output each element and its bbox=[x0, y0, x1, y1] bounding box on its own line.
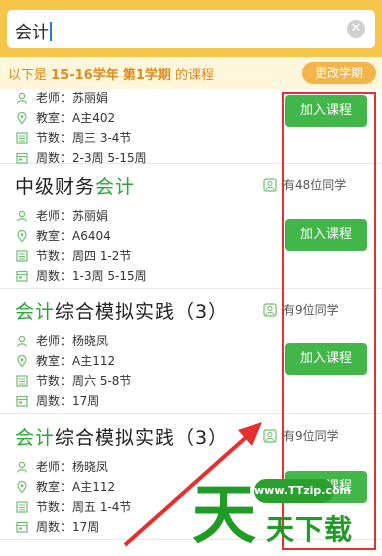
classmates-count[interactable]: 有9位同学 bbox=[263, 301, 339, 318]
watermark-url: www.TTzip.com bbox=[254, 479, 351, 503]
watermark-logo: 天 bbox=[192, 479, 256, 553]
calendar-icon bbox=[16, 395, 28, 407]
classmates-count[interactable]: 有48位同学 bbox=[263, 176, 346, 193]
calendar-icon bbox=[16, 152, 28, 164]
person-icon bbox=[16, 335, 28, 347]
period-row: 节数：周六 5-8节 bbox=[16, 372, 131, 389]
top-bar: 会计 ✕ bbox=[0, 0, 382, 57]
person-icon bbox=[16, 92, 28, 104]
watermark: 天 www.TTzip.com 天下载 bbox=[188, 462, 378, 553]
period-row: 节数：周三 3-4节 bbox=[16, 129, 131, 146]
search-box[interactable]: 会计 ✕ bbox=[7, 10, 375, 48]
location-pin-icon bbox=[16, 355, 28, 367]
period-row: 节数：周五 1-4节 bbox=[16, 498, 131, 515]
list-icon bbox=[16, 501, 28, 513]
person-icon bbox=[16, 210, 28, 222]
weeks-row: 周数：17周 bbox=[16, 518, 99, 535]
semester-year: 15-16学年 bbox=[51, 68, 119, 83]
teacher-row: 老师：苏丽娟 bbox=[16, 207, 108, 224]
teacher-row: 老师：杨晓凤 bbox=[16, 458, 108, 475]
course-title: 会计综合模拟实践（3） bbox=[15, 427, 229, 449]
semester-bar: 以下是 15-16学年 第1学期 的课程 更改学期 bbox=[0, 57, 382, 89]
calendar-icon bbox=[16, 521, 28, 533]
join-course-button[interactable]: 加入课程 bbox=[285, 219, 367, 251]
room-row: 教室：A6404 bbox=[16, 227, 111, 244]
calendar-icon bbox=[16, 270, 28, 282]
teacher-row: 老师：杨晓凤 bbox=[16, 332, 108, 349]
room-row: 教室：A主112 bbox=[16, 352, 115, 369]
search-input[interactable]: 会计 bbox=[15, 18, 52, 43]
weeks-row: 周数：17周 bbox=[16, 392, 99, 409]
course-card[interactable]: 中级财务会计 有48位同学 老师：苏丽娟 教室：A6404 节数：周四 1-2节… bbox=[0, 164, 382, 289]
room-row: 教室：A主112 bbox=[16, 478, 115, 495]
room-row: 教室：A主402 bbox=[16, 109, 115, 126]
location-pin-icon bbox=[16, 481, 28, 493]
classmates-icon bbox=[263, 303, 277, 317]
watermark-text: 天下载 bbox=[266, 513, 354, 546]
location-pin-icon bbox=[16, 230, 28, 242]
person-icon bbox=[16, 461, 28, 473]
location-pin-icon bbox=[16, 112, 28, 124]
weeks-row: 周数：1-3周 5-15周 bbox=[16, 267, 147, 284]
join-course-button[interactable]: 加入课程 bbox=[285, 343, 367, 375]
semester-term: 第1学期 bbox=[122, 68, 171, 83]
change-semester-button[interactable]: 更改学期 bbox=[302, 62, 376, 84]
classmates-count[interactable]: 有9位同学 bbox=[263, 427, 339, 444]
course-card[interactable]: 会计综合模拟实践（3） 有9位同学 老师：杨晓凤 教室：A主112 节数：周六 … bbox=[0, 289, 382, 414]
list-icon bbox=[16, 132, 28, 144]
semester-text: 以下是 15-16学年 第1学期 的课程 bbox=[8, 68, 215, 83]
course-title: 中级财务会计 bbox=[15, 176, 136, 198]
course-card: 老师：苏丽娟 教室：A主402 节数：周三 3-4节 周数：2-3周 5-15周… bbox=[0, 89, 382, 165]
list-icon bbox=[16, 250, 28, 262]
list-icon bbox=[16, 375, 28, 387]
teacher-row: 老师：苏丽娟 bbox=[16, 89, 108, 106]
classmates-icon bbox=[263, 429, 277, 443]
classmates-icon bbox=[263, 178, 277, 192]
text-cursor bbox=[50, 22, 52, 41]
close-circle-icon[interactable]: ✕ bbox=[347, 20, 365, 38]
course-title: 会计综合模拟实践（3） bbox=[15, 301, 229, 323]
period-row: 节数：周四 1-2节 bbox=[16, 247, 131, 264]
join-course-button[interactable]: 加入课程 bbox=[285, 95, 367, 127]
